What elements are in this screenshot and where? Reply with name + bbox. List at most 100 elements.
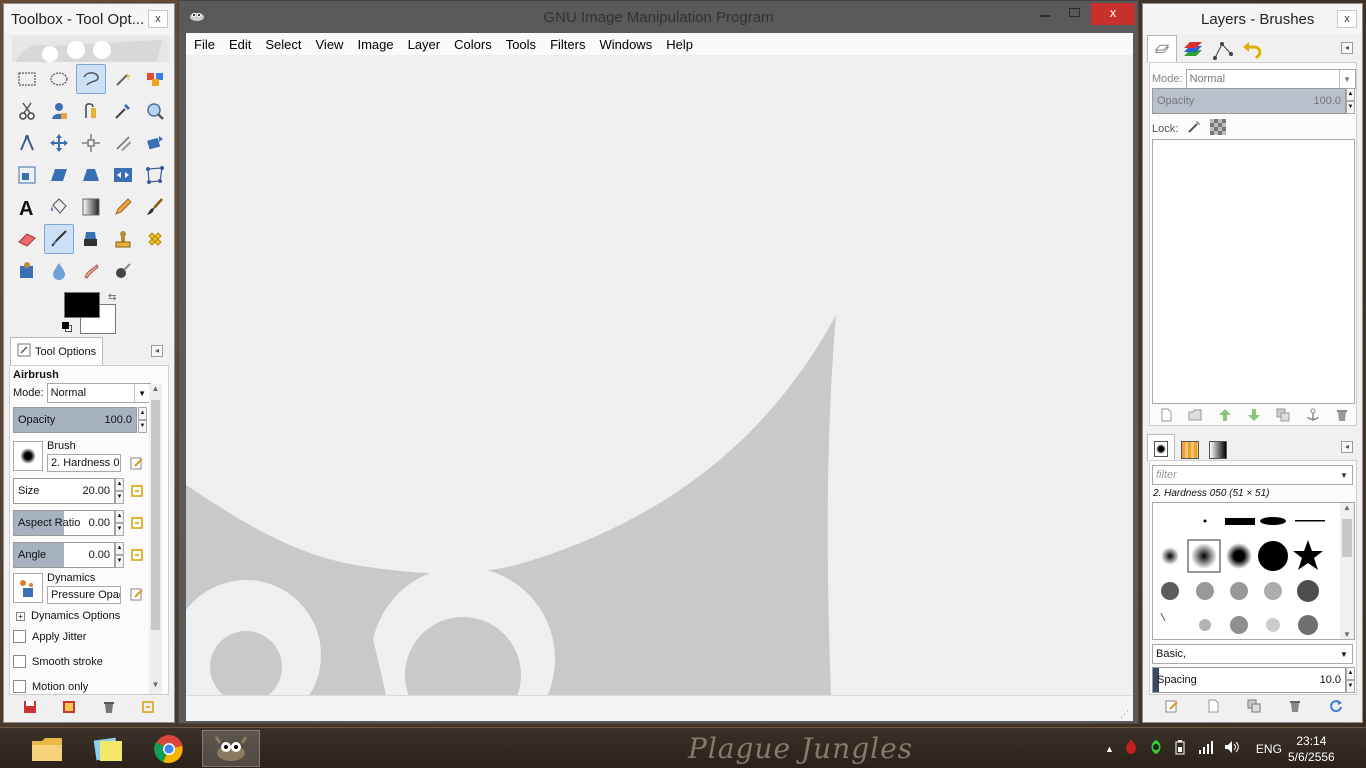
swap-colors-icon[interactable]: ⇆ (108, 292, 116, 303)
scroll-thumb[interactable] (151, 400, 160, 630)
scroll-down-icon[interactable]: ▼ (1340, 630, 1354, 639)
main-titlebar[interactable]: GNU Image Manipulation Program x (179, 1, 1138, 33)
crop-icon[interactable] (108, 128, 138, 158)
angle-slider[interactable]: Angle 0.00 (13, 542, 115, 568)
ink-icon[interactable] (76, 224, 106, 254)
save-options-icon[interactable] (22, 699, 38, 715)
toolbox-titlebar[interactable]: Toolbox - Tool Opt... x (4, 4, 174, 34)
anchor-layer-icon[interactable] (1305, 407, 1321, 423)
new-layer-icon[interactable] (1158, 407, 1174, 423)
paths-icon[interactable] (76, 96, 106, 126)
menu-help[interactable]: Help (666, 37, 693, 52)
foreground-color-swatch[interactable] (64, 292, 100, 318)
layers-opacity-spin-buttons[interactable]: ▲ ▼ (1346, 88, 1355, 114)
brush-tag-combo[interactable]: Basic, ▼ (1152, 644, 1353, 664)
brush-preview-button[interactable] (13, 441, 43, 471)
motion-only-checkbox[interactable]: Motion only (13, 680, 88, 693)
reset-aspect-icon[interactable] (129, 515, 145, 531)
text-icon[interactable]: A (12, 192, 42, 222)
chevron-down-icon[interactable]: ▼ (1336, 466, 1352, 484)
blend-icon[interactable] (76, 192, 106, 222)
fuzzy-select-icon[interactable] (108, 64, 138, 94)
menu-image[interactable]: Image (357, 37, 393, 52)
default-colors-icon[interactable] (62, 322, 72, 332)
raise-layer-icon[interactable] (1217, 407, 1233, 423)
size-slider[interactable]: Size 20.00 (13, 478, 115, 504)
free-select-icon[interactable] (76, 64, 106, 94)
menu-filters[interactable]: Filters (550, 37, 585, 52)
edit-dynamics-icon[interactable] (129, 586, 145, 602)
brush-filter-input[interactable]: filter ▼ (1152, 465, 1353, 485)
airbrush-icon[interactable] (44, 224, 74, 254)
flip-icon[interactable] (108, 160, 138, 190)
paintbrush-icon[interactable] (140, 192, 170, 222)
chevron-down-icon[interactable]: ▼ (1336, 645, 1352, 663)
scissors-select-icon[interactable] (12, 96, 42, 126)
brushes-grid[interactable]: ▲ ▼ (1152, 502, 1355, 640)
lock-pixels-icon[interactable] (1186, 119, 1202, 138)
motion-only-box[interactable] (13, 680, 26, 693)
perspective-clone-icon[interactable] (12, 256, 42, 286)
scale-icon[interactable] (12, 160, 42, 190)
opacity-slider[interactable]: Opacity 100.0 (13, 407, 137, 433)
lock-alpha-icon[interactable] (1210, 119, 1227, 138)
main-close-button[interactable]: x (1091, 3, 1135, 25)
edit-brush-dock-icon[interactable] (1164, 698, 1180, 714)
clock[interactable]: 23:14 5/6/2556 (1288, 728, 1335, 768)
volume-icon[interactable] (1224, 740, 1240, 757)
menu-colors[interactable]: Colors (454, 37, 492, 52)
resize-grip-icon[interactable]: ⋰ (1120, 709, 1130, 719)
tab-brushes[interactable] (1147, 434, 1175, 462)
reset-angle-icon[interactable] (129, 547, 145, 563)
smooth-stroke-checkbox[interactable]: Smooth stroke (13, 655, 103, 668)
scroll-up-icon[interactable]: ▲ (1340, 503, 1354, 512)
duplicate-layer-icon[interactable] (1275, 407, 1291, 423)
duplicate-brush-icon[interactable] (1246, 698, 1262, 714)
blur-sharpen-icon[interactable] (44, 256, 74, 286)
power-tray-icon[interactable] (1174, 739, 1188, 758)
razer-tray-icon[interactable] (1148, 739, 1164, 758)
zoom-icon[interactable] (140, 96, 170, 126)
rect-select-icon[interactable] (12, 64, 42, 94)
reset-size-icon[interactable] (129, 483, 145, 499)
layers-mode-select[interactable]: Normal ▼ (1185, 69, 1356, 89)
layers-panel-menu-icon[interactable]: ◂ (1341, 42, 1353, 54)
aspect-ratio-slider[interactable]: Aspect Ratio 0.00 (13, 510, 115, 536)
clone-icon[interactable] (108, 224, 138, 254)
layers-list[interactable] (1152, 139, 1355, 404)
new-brush-icon[interactable] (1205, 698, 1221, 714)
move-icon[interactable] (44, 128, 74, 158)
scroll-down-icon[interactable]: ▼ (149, 680, 162, 694)
tab-layers[interactable] (1147, 35, 1177, 63)
dynamics-options-expander[interactable]: + Dynamics Options (13, 610, 120, 622)
angle-spin-buttons[interactable]: ▲ ▼ (115, 542, 124, 568)
menu-tools[interactable]: Tools (506, 37, 536, 52)
toolbox-close-button[interactable]: x (148, 10, 168, 28)
brushes-panel-menu-icon[interactable]: ◂ (1341, 441, 1353, 453)
rotate-icon[interactable] (140, 128, 170, 158)
layers-opacity-slider[interactable]: Opacity 100.0 (1152, 88, 1346, 114)
brushes-scroll-thumb[interactable] (1342, 519, 1352, 557)
taskbar-sticky-notes[interactable] (79, 730, 137, 767)
tab-channels[interactable] (1179, 39, 1207, 63)
mode-select[interactable]: Normal ▼ (46, 383, 151, 403)
ellipse-select-icon[interactable] (44, 64, 74, 94)
foreground-select-icon[interactable] (44, 96, 74, 126)
align-icon[interactable] (76, 128, 106, 158)
empty-canvas-drop-area[interactable] (186, 55, 1133, 695)
bucket-fill-icon[interactable] (44, 192, 74, 222)
scroll-up-icon[interactable]: ▲ (149, 384, 162, 398)
network-signal-icon[interactable] (1198, 740, 1214, 757)
tab-undo-history[interactable] (1239, 39, 1267, 63)
restore-options-icon[interactable] (61, 699, 77, 715)
cage-transform-icon[interactable] (140, 160, 170, 190)
dodge-burn-icon[interactable] (108, 256, 138, 286)
apply-jitter-checkbox[interactable]: Apply Jitter (13, 630, 86, 643)
show-hidden-icons-icon[interactable]: ▲ (1105, 744, 1114, 754)
minimize-icon[interactable] (1040, 15, 1050, 17)
menu-windows[interactable]: Windows (599, 37, 652, 52)
brushes-scrollbar[interactable]: ▲ ▼ (1340, 503, 1354, 639)
brush-name-field[interactable]: 2. Hardness 050 (47, 454, 121, 472)
smooth-stroke-box[interactable] (13, 655, 26, 668)
maximize-icon[interactable] (1069, 8, 1080, 17)
